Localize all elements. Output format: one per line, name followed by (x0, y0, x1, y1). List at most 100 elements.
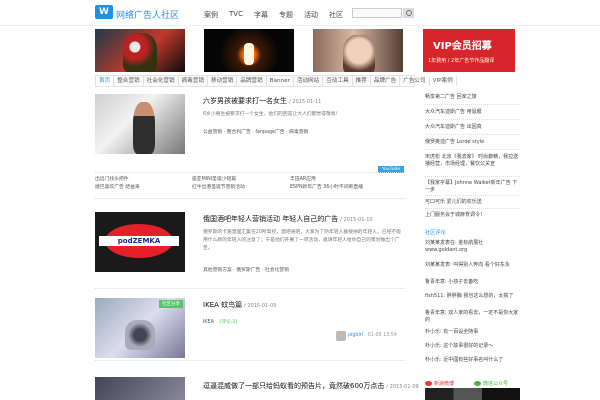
divider (425, 208, 520, 209)
tab-banner[interactable]: Banner (267, 76, 294, 86)
article-title[interactable]: IKEA 蚊鸟篇/ 2015-01-09 (203, 300, 276, 310)
tab-social[interactable]: 社会化营销 (144, 76, 179, 86)
comment-item[interactable]: 朴小乐: 近中國有些好事名叫什么了 (425, 357, 520, 364)
tab-event-site[interactable]: 活动网站 (294, 76, 324, 86)
antman-figure (123, 33, 157, 72)
comment-item[interactable]: 朴小乐: 有一百设全随事 (425, 329, 520, 336)
nav-item-cases[interactable]: 案例 (204, 10, 218, 20)
article-title-text[interactable]: 六岁男孩被要求打一名女生 (203, 97, 287, 105)
related-link[interactable]: 丰田AR应用 (290, 175, 316, 182)
comment-item[interactable]: 刘某某发表在: 金标航展社 www.goldant.org (425, 240, 520, 254)
vip-title: VIP会员招募 (433, 41, 492, 52)
avatar[interactable] (336, 331, 346, 341)
divider (425, 176, 520, 177)
article-date: / 2015-01-10 (340, 217, 373, 223)
nav-item-topics[interactable]: 专题 (279, 10, 293, 20)
search-input[interactable] (352, 8, 402, 18)
article-thumbnail[interactable] (95, 377, 185, 400)
mosquito-figure (125, 320, 155, 350)
tab-agencies[interactable]: 广告公司 (400, 76, 430, 86)
nav-item-events[interactable]: 活动 (304, 10, 318, 20)
article-title[interactable]: 六岁男孩被要求打一名女生/ 2015-01-11 (203, 96, 321, 106)
comment-count[interactable]: (评论:1) (219, 320, 237, 325)
article-title-text[interactable]: IKEA 蚊鸟篇 (203, 301, 242, 309)
nav-item-community[interactable]: 社区 (329, 10, 343, 20)
site-header: W 网络广告人社区 案例 TVC 字幕 专题 活动 社区 (0, 0, 600, 26)
nav-item-tvc[interactable]: TVC (229, 10, 243, 20)
wechat-label: 微信公众号 (483, 381, 509, 387)
banner-vip-recruit[interactable]: VIP会员招募 1年费用 / 2年广告节作品翻译 (423, 29, 515, 72)
wechat-icon (474, 381, 481, 386)
podzemka-logo-text: podZEMKA (99, 236, 179, 246)
banner-woman-portrait[interactable] (313, 29, 403, 72)
divider (95, 198, 405, 199)
tab-viral[interactable]: 病毒营销 (179, 76, 208, 86)
author-info: pigbirl 01-09 13:54 (348, 333, 397, 338)
divider (95, 172, 405, 173)
sidebar-link[interactable]: 大众汽车迪斯广告 用鼠眼 (425, 109, 520, 116)
performer-figure (244, 43, 254, 65)
search-icon[interactable] (403, 8, 414, 18)
banner-fire-stage[interactable] (204, 29, 294, 72)
related-link[interactable]: 红牛出港圣诞节营销活动 (192, 183, 245, 190)
comment-item[interactable]: 鲁青年意: 双人家的看去，一定不是你大家的 (425, 310, 520, 324)
tab-vip[interactable]: VIP案例 (430, 76, 457, 86)
logo-icon[interactable]: W (95, 5, 113, 19)
related-link[interactable]: ESPN新年广告 36小时不间断直播 (290, 183, 363, 190)
related-link[interactable]: 出远门找头把件 (95, 175, 129, 182)
divider (425, 149, 520, 150)
article-date: / 2015-01-11 (289, 99, 322, 105)
tab-home[interactable]: 首页 (96, 76, 115, 86)
article-meta: IKEA (评论:1) (203, 318, 237, 325)
divider (95, 288, 405, 289)
article-desc: 6岁小男生被要求打一个女生，他们的回答让大人们都觉得敬佩！ (203, 112, 341, 117)
tab-brand[interactable]: 品牌营销 (237, 76, 267, 86)
comment-item[interactable]: fish511: 胖胖胸 我也这么想的，太搞了 (425, 293, 520, 300)
comment-item[interactable]: 鲁青年意: 小孩子去备吃 (425, 279, 520, 286)
boy-figure (133, 102, 155, 154)
article-thumbnail[interactable]: 社区分享 (95, 298, 185, 358)
sidebar-link[interactable]: 大众汽车迪斯广告 出因真 (425, 124, 520, 131)
sidebar-link[interactable]: 【我家字幕】Johnne Walker新年广告 下一步 (425, 180, 520, 194)
nav-item-subtitles[interactable]: 字幕 (254, 10, 268, 20)
related-link[interactable]: 座亚MINI圣诞小短篇 (192, 175, 236, 182)
article-thumbnail[interactable] (95, 94, 185, 154)
tab-mobile[interactable]: 移动营销 (208, 76, 238, 86)
tab-interactive[interactable]: 互动工具 (323, 76, 353, 86)
author-name[interactable]: pigbirl (348, 333, 363, 338)
comment-item[interactable]: 朴小乐: 这个故事很好的记录～ (425, 343, 520, 350)
sidebar-link[interactable]: 可口可乐 爱儿们的欢乐送 (425, 199, 520, 206)
article-thumbnail[interactable]: podZEMKA (95, 212, 185, 272)
tab-brand-ads[interactable]: 品牌广告 (371, 76, 401, 86)
divider (425, 195, 520, 196)
community-comments-heading: 社区评论 (425, 230, 446, 236)
article-tags: 其他营销方案 · 俄罗斯广告 · 社会化营销 (203, 268, 289, 273)
article-tags: 公益营销 · 整合利广告 · fanpage广告 · 病毒营销 (203, 130, 309, 135)
article-date: / 2015-01-09 (244, 303, 277, 309)
author-date: 01-09 13:54 (367, 333, 397, 338)
main-nav: 案例 TVC 字幕 专题 活动 社区 (204, 10, 354, 20)
banner-antman[interactable] (95, 29, 185, 72)
sidebar-link[interactable]: 畅享第二广告 回家之旅 (425, 94, 520, 101)
qr-code-image (425, 388, 520, 400)
tab-recommended[interactable]: 推荐 (353, 76, 371, 86)
wechat-link[interactable]: 微信公众号 (474, 380, 508, 387)
weibo-link[interactable]: 新浪微博 (425, 380, 454, 387)
sidebar-link[interactable]: 俄罗奥迪广告 Lorde style (425, 139, 520, 146)
divider (425, 119, 520, 120)
article-title[interactable]: 逗逼混威做了一部只给蚂蚁看的预告片，竟然破600万点击/ 2015-01-09 (203, 381, 419, 391)
related-link[interactable]: 捷巴喜欢广告 结益来 (95, 183, 140, 190)
comment-item[interactable]: 刘某某发表: 叫得别人奔向 看个好东永 (425, 262, 520, 269)
sidebar-link[interactable]: 上门服务会于城麻脊调令！ (425, 212, 520, 219)
divider (425, 134, 520, 135)
portrait-figure (343, 35, 375, 72)
sidebar-link[interactable]: 宋虎松 北京《我去家》 时尚癖精，我拉送播经营，市场经理，餐饮公关宣 (425, 154, 520, 168)
site-logo-text[interactable]: 网络广告人社区 (116, 8, 179, 21)
article-title-text[interactable]: 俄国酒吧年轻人营销活动 年轻人自己的广告 (203, 215, 338, 223)
weibo-icon (425, 381, 432, 386)
divider (425, 104, 520, 105)
article-title-text[interactable]: 逗逼混威做了一部只给蚂蚁看的预告片，竟然破600万点击 (203, 382, 384, 390)
article-title[interactable]: 俄国酒吧年轻人营销活动 年轻人自己的广告/ 2015-01-10 (203, 214, 373, 224)
tab-integrated[interactable]: 整合营销 (114, 76, 144, 86)
divider (95, 360, 405, 361)
